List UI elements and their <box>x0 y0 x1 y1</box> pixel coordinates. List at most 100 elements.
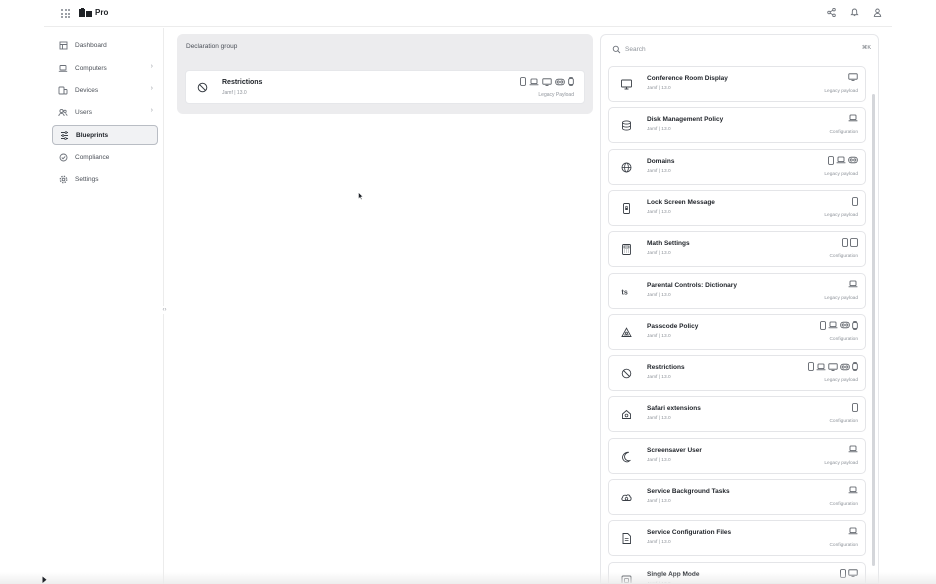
library-item-title: Math Settings <box>647 240 690 248</box>
bell-icon[interactable] <box>848 6 861 19</box>
phone-icon <box>828 155 834 165</box>
library-item[interactable]: Screensaver User Jamf | 13.0 Legacy payloa… <box>608 437 866 474</box>
watch-icon <box>568 77 574 86</box>
search-input[interactable] <box>625 45 825 53</box>
library-item-type: Legacy payload <box>824 460 858 466</box>
library-item-type: Legacy payload <box>824 171 858 177</box>
library-item-devices <box>808 362 858 372</box>
sidebar-item-label: Dashboard <box>75 41 107 49</box>
sidebar-item-devices[interactable]: Devices › <box>52 80 158 100</box>
library-item-type: Legacy payload <box>824 212 858 218</box>
library-item-subtitle: Jamf | 13.0 <box>647 375 671 381</box>
top-bar: Pro <box>44 0 892 27</box>
library-item-subtitle: Jamf | 13.0 <box>647 457 671 463</box>
declaration-card-restrictions[interactable]: Restrictions Jamf | 13.0 Legacy Payload <box>185 70 585 104</box>
library-item[interactable]: Service Background Tasks Jamf | 13.0 Confi… <box>608 479 866 515</box>
library-item-title: Passcode Policy <box>647 322 699 330</box>
tablet-icon <box>850 238 858 247</box>
watch-icon <box>852 362 858 372</box>
users-icon <box>57 106 69 118</box>
phone-icon <box>842 238 848 247</box>
sidebar-item-users[interactable]: Users › <box>52 102 158 122</box>
library-item-subtitle: Jamf | 13.0 <box>647 251 671 257</box>
compliance-icon <box>57 151 69 163</box>
library-item-title: Parental Controls: Dictionary <box>647 281 737 289</box>
library-item-subtitle: Jamf | 13.0 <box>647 86 671 91</box>
library-item-subtitle: Jamf | 13.0 <box>647 292 671 298</box>
vision-icon <box>848 156 858 164</box>
sidebar-item-label: Settings <box>75 175 99 183</box>
library-item-devices <box>848 445 858 453</box>
library-search[interactable]: ⌘K <box>609 40 871 58</box>
library-item[interactable]: Domains Jamf | 13.0 Legacy payload <box>608 148 866 185</box>
phone-icon <box>808 362 814 371</box>
library-item-type: Configuration <box>829 336 858 342</box>
group-title: Declaration group <box>186 43 238 50</box>
library-item-title: Service Configuration Files <box>647 529 732 537</box>
chevron-right-icon: › <box>150 85 153 92</box>
sidebar-item-blueprints[interactable]: Blueprints <box>52 125 158 145</box>
library-item[interactable]: ts Parental Controls: Dictionary Jamf | 13… <box>608 272 866 309</box>
sidebar-item-settings[interactable]: Settings <box>52 169 158 189</box>
library-item-devices <box>842 238 858 247</box>
sidebar-item-label: Users <box>75 108 92 116</box>
library-item-title: Disk Management Policy <box>647 116 724 124</box>
app-grid-icon[interactable] <box>61 9 70 18</box>
library-item-type: Configuration <box>829 254 858 260</box>
phone-icon <box>852 403 858 413</box>
library-item-subtitle: Jamf | 13.0 <box>647 416 671 422</box>
card-device-list <box>520 77 574 86</box>
library-item-type: Legacy payload <box>824 378 858 384</box>
library-item[interactable]: Restrictions Jamf | 13.0 Legacy payload <box>608 355 866 392</box>
config-file-icon <box>620 532 633 545</box>
watch-icon <box>852 320 858 330</box>
library-item-devices <box>852 403 858 413</box>
library-item[interactable]: Math Settings Jamf | 13.0 Configuration <box>608 231 866 268</box>
user-icon[interactable] <box>871 6 884 19</box>
library-scrollbar[interactable] <box>872 94 875 566</box>
library-item[interactable]: Disk Management Policy Jamf | 13.0 Configu… <box>608 107 866 144</box>
library-item[interactable]: Service Configuration Files Jamf | 13.0 Co… <box>608 520 866 557</box>
sidebar: Dashboard Computers › Devices › Users › <box>44 28 164 584</box>
library-item-type: Legacy payload <box>824 295 858 301</box>
bottom-fade <box>0 572 936 584</box>
mac-icon <box>848 486 858 494</box>
passcode-icon <box>620 326 633 339</box>
blueprints-icon <box>58 129 70 141</box>
share-icon[interactable] <box>825 6 838 19</box>
library-item-subtitle: Jamf | 13.0 <box>647 540 671 546</box>
brand-name: Pro <box>95 8 109 17</box>
card-type: Legacy Payload <box>538 92 574 98</box>
mac-icon <box>848 114 858 122</box>
vision-icon <box>840 322 850 329</box>
lock-screen-icon <box>620 202 633 215</box>
top-actions <box>825 6 884 19</box>
library-item-title: Restrictions <box>647 364 685 372</box>
moon-icon <box>620 450 633 463</box>
library-item-subtitle: Jamf | 13.0 <box>647 168 671 174</box>
display-icon <box>620 78 633 91</box>
library-item-title: Screensaver User <box>647 446 702 454</box>
library-item-subtitle: Jamf | 13.0 <box>647 127 671 133</box>
sidebar-item-compliance[interactable]: Compliance <box>52 147 158 167</box>
library-item-type: Legacy payload <box>824 89 858 94</box>
laptop-icon <box>57 62 69 74</box>
library-item-devices <box>852 197 858 206</box>
sidebar-collapse-handle[interactable]: ‹› <box>161 306 168 314</box>
tv-icon <box>542 77 552 86</box>
library-item-title: Domains <box>647 157 675 165</box>
restrictions-icon <box>197 82 208 93</box>
library-item[interactable]: Passcode Policy Jamf | 13.0 Configuration <box>608 313 866 350</box>
library-item-type: Configuration <box>829 419 858 425</box>
library-item-title: Conference Room Display <box>647 75 728 82</box>
library-item-devices <box>828 155 858 165</box>
globe-icon <box>620 161 633 174</box>
safari-extension-icon <box>620 408 633 421</box>
sidebar-item-computers[interactable]: Computers › <box>52 58 158 78</box>
card-subtitle: Jamf | 13.0 <box>222 90 247 96</box>
library-item[interactable]: Lock Screen Message Jamf | 13.0 Legacy pay… <box>608 189 866 226</box>
sidebar-item-dashboard[interactable]: Dashboard <box>52 35 158 55</box>
library-item[interactable]: Conference Room Display Jamf | 13.0 Legacy… <box>608 66 866 102</box>
library-item[interactable]: Safari extensions Jamf | 13.0 Configuratio… <box>608 396 866 433</box>
tv-icon <box>848 73 858 81</box>
